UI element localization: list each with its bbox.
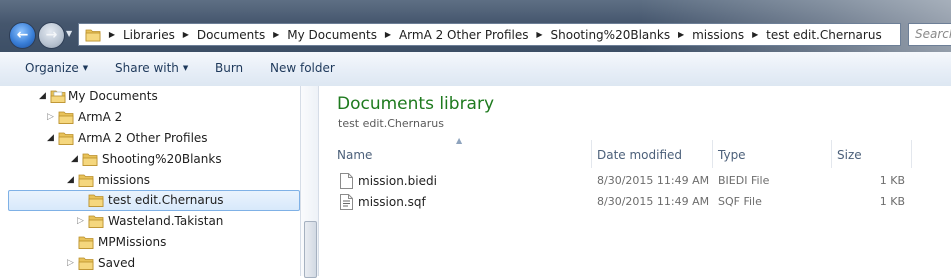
folder-icon [88,215,104,228]
tree-item-missions[interactable]: ◢ missions [8,170,300,191]
tree-item-my-documents[interactable]: ◢ My Documents [8,86,300,107]
tree-item-label: Saved [98,256,136,270]
navigation-pane-scrollbar[interactable] [300,86,319,278]
navigation-pane: ◢ My Documents ▷ ArmA 2 ◢ ArmA 2 Other P… [0,86,300,276]
back-arrow-icon: ← [16,27,29,43]
tree-collapsed-icon[interactable]: ▷ [76,216,85,226]
recent-pages-dropdown[interactable]: ▼ [66,30,74,38]
breadcrumb-separator-icon[interactable]: ▶ [179,30,193,39]
command-bar: Organize ▼ Share with ▼ Burn New folder [0,52,951,87]
folder-icon [88,194,104,207]
breadcrumb: ▶ Libraries ▶ Documents ▶ My Documents ▶… [105,24,886,45]
folder-icon [78,236,94,249]
breadcrumb-separator-icon[interactable]: ▶ [381,30,395,39]
file-name: mission.sqf [358,195,426,209]
breadcrumb-separator-icon[interactable]: ▶ [269,30,283,39]
share-with-button[interactable]: Share with ▼ [115,61,188,75]
folder-icon [82,153,98,166]
share-with-label: Share with [115,61,179,75]
column-header-type[interactable]: Type [718,144,746,166]
breadcrumb-shooting-blanks[interactable]: Shooting%20Blanks [547,28,675,42]
library-subtitle: test edit.Chernarus [338,117,444,130]
file-date-modified: 8/30/2015 11:49 AM [597,174,710,187]
column-header-size[interactable]: Size [837,144,862,166]
breadcrumb-my-documents[interactable]: My Documents [283,28,381,42]
breadcrumb-separator-icon[interactable]: ▶ [533,30,547,39]
folder-icon [58,132,74,145]
breadcrumb-test-edit-chernarus[interactable]: test edit.Chernarus [762,28,886,42]
folder-icon [78,174,94,187]
file-row[interactable]: mission.sqf 8/30/2015 11:49 AM SQF File … [334,193,934,213]
address-toolbar: ← → ▼ ▶ Libraries ▶ Documents ▶ My Docum… [0,0,951,52]
forward-button[interactable]: → [38,22,65,49]
tree-item-arma-2-other-profiles[interactable]: ◢ ArmA 2 Other Profiles [8,128,300,149]
tree-item-saved[interactable]: ▷ Saved [8,253,300,274]
tree-item-label: missions [98,173,151,187]
address-bar[interactable]: ▶ Libraries ▶ Documents ▶ My Documents ▶… [78,23,945,46]
organize-button[interactable]: Organize ▼ [25,61,88,75]
tree-item-label: test edit.Chernarus [108,193,224,207]
breadcrumb-separator-icon[interactable]: ▶ [674,30,688,39]
tree-expanded-icon[interactable]: ◢ [70,154,79,164]
breadcrumb-separator-icon[interactable]: ▶ [748,30,762,39]
tree-item-arma-2[interactable]: ▷ ArmA 2 [8,107,300,128]
search-input[interactable]: Search [908,23,951,46]
script-file-icon [340,194,353,210]
burn-button[interactable]: Burn [215,61,243,75]
documents-folder-icon [50,90,66,103]
tree-expanded-icon[interactable]: ◢ [38,91,47,101]
tree-item-label: MPMissions [98,235,167,249]
folder-icon [78,257,94,270]
tree-item-mpmissions[interactable]: MPMissions [8,232,300,253]
chevron-down-icon: ▼ [182,64,189,72]
tree-item-label: Shooting%20Blanks [102,152,222,166]
column-divider[interactable] [831,140,832,168]
column-header-date-modified[interactable]: Date modified [597,144,682,166]
new-folder-button[interactable]: New folder [270,61,335,75]
file-date-modified: 8/30/2015 11:49 AM [597,195,710,208]
tree-item-label: ArmA 2 Other Profiles [78,131,208,145]
organize-label: Organize [25,61,79,75]
chevron-down-icon: ▼ [82,64,89,72]
file-name: mission.biedi [358,174,437,188]
file-type: BIEDI File [718,174,770,187]
breadcrumb-missions[interactable]: missions [688,28,748,42]
blank-file-icon [340,173,353,189]
tree-expanded-icon[interactable]: ◢ [46,133,55,143]
column-divider[interactable] [591,140,592,168]
tree-item-shooting-blanks[interactable]: ◢ Shooting%20Blanks [8,149,300,170]
file-row[interactable]: mission.biedi 8/30/2015 11:49 AM BIEDI F… [334,172,934,192]
forward-arrow-icon: → [45,27,58,43]
scrollbar-thumb[interactable] [304,221,317,278]
library-title: Documents library [337,94,495,114]
tree-item-label: My Documents [68,89,158,103]
column-divider[interactable] [712,140,713,168]
folder-icon [85,29,101,42]
tree-item-test-edit-chernarus[interactable]: test edit.Chernarus [8,190,300,211]
file-type: SQF File [718,195,762,208]
folder-icon [58,111,74,124]
file-size: 1 KB [879,174,905,187]
file-list-pane: Documents library test edit.Chernarus ▲ … [319,86,951,276]
breadcrumb-documents[interactable]: Documents [193,28,269,42]
tree-item-label: Wasteland.Takistan [108,214,224,228]
sort-ascending-icon: ▲ [456,136,463,145]
column-header-name[interactable]: Name [337,144,372,166]
tree-item-wasteland-takistan[interactable]: ▷ Wasteland.Takistan [8,211,300,232]
tree-item-label: ArmA 2 [78,110,123,124]
breadcrumb-libraries[interactable]: Libraries [119,28,179,42]
breadcrumb-separator-icon[interactable]: ▶ [105,30,119,39]
tree-expanded-icon[interactable]: ◢ [66,175,75,185]
back-button[interactable]: ← [9,22,36,49]
file-size: 1 KB [879,195,905,208]
tree-collapsed-icon[interactable]: ▷ [66,258,75,268]
tree-collapsed-icon[interactable]: ▷ [46,112,55,122]
breadcrumb-arma2-other-profiles[interactable]: ArmA 2 Other Profiles [395,28,533,42]
column-divider[interactable] [911,140,912,168]
